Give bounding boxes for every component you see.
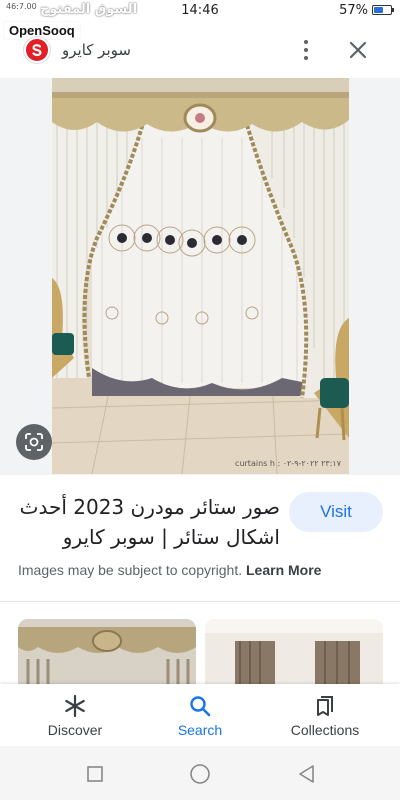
result-title[interactable]: صور ستائر مودرن 2023 أحدث اشكال ستائر | …	[18, 492, 280, 552]
nav-discover-label: Discover	[47, 722, 103, 738]
home-icon[interactable]	[189, 764, 210, 784]
more-vert-icon[interactable]	[298, 38, 314, 62]
battery-percent: 57%	[339, 3, 368, 18]
lens-icon[interactable]	[16, 424, 52, 460]
status-bar: 46:7.00 السوق المفتوح 14:46 57%	[0, 0, 400, 22]
nav-search[interactable]: Search	[145, 684, 255, 746]
battery-icon	[372, 5, 394, 15]
copyright-notice: Images may be subject to copyright. Lear…	[18, 562, 321, 578]
image-caption: curtains h : ٢٣:١٧ ٢٠٢٢-٩-٠٢	[235, 459, 341, 468]
lens-result-header: سوبر كايرو	[0, 30, 400, 74]
visit-button[interactable]: Visit	[289, 492, 383, 532]
divider	[0, 601, 400, 602]
image-preview-area: curtains h : ٢٣:١٧ ٢٠٢٢-٩-٠٢	[0, 78, 400, 475]
copyright-text: Images may be subject to copyright.	[18, 562, 243, 578]
collections-icon	[317, 696, 333, 716]
learn-more-link[interactable]: Learn More	[246, 562, 321, 578]
bottom-navigation: Discover Search Collections	[0, 684, 400, 746]
related-image-thumbnail[interactable]	[205, 619, 383, 689]
close-icon[interactable]	[348, 40, 368, 60]
site-logo-icon	[24, 37, 50, 63]
asterisk-icon	[65, 694, 85, 718]
nav-collections-label: Collections	[290, 722, 360, 738]
nav-discover[interactable]: Discover	[20, 684, 130, 746]
related-image-thumbnail[interactable]	[18, 619, 196, 689]
nav-collections[interactable]: Collections	[270, 684, 380, 746]
site-name[interactable]: سوبر كايرو	[62, 41, 131, 59]
curtain-photo[interactable]: curtains h : ٢٣:١٧ ٢٠٢٢-٩-٠٢	[52, 78, 349, 474]
recents-icon[interactable]	[85, 764, 105, 784]
search-icon	[190, 696, 211, 717]
nav-search-label: Search	[177, 722, 223, 738]
system-navigation-bar	[0, 746, 400, 800]
back-icon[interactable]	[297, 764, 317, 784]
battery-level	[374, 7, 383, 13]
